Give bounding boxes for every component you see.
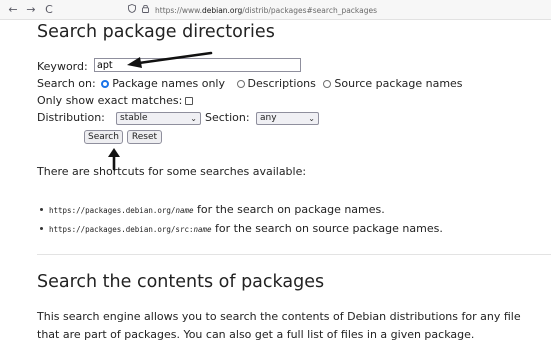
annotation-arrow-icon (108, 148, 120, 171)
radio-descriptions[interactable] (236, 79, 245, 88)
distribution-value: stable (120, 113, 148, 123)
section-value: any (260, 113, 277, 123)
radio-source-package-names[interactable] (323, 79, 332, 88)
option-package-names-label[interactable]: Package names only (112, 77, 225, 90)
reload-icon[interactable]: C (42, 3, 56, 17)
exact-matches-checkbox[interactable] (185, 96, 194, 105)
shortcut-description: for the search on source package names. (211, 222, 443, 235)
list-item: https://packages.debian.org/src:name for… (37, 219, 443, 238)
shield-icon (128, 4, 136, 16)
shortcuts-list: https://packages.debian.org/name for the… (37, 200, 443, 238)
divider (37, 254, 551, 255)
lock-icon[interactable] (142, 4, 149, 16)
section-select[interactable]: any ⌄ (256, 112, 319, 125)
url-domain: debian.org (201, 5, 243, 15)
contents-description-line1: This search engine allows you to search … (37, 310, 521, 323)
shortcut-url[interactable]: https://packages.debian.org/src:name (49, 225, 212, 234)
shortcut-url[interactable]: https://packages.debian.org/name (49, 206, 194, 215)
shortcut-url-base: https://packages.debian.org/ (49, 206, 176, 215)
shortcut-url-var: name (193, 225, 212, 234)
page-title: Search package directories (37, 22, 275, 42)
address-bar[interactable]: https://www.debian.org/distrib/packages#… (128, 3, 548, 17)
url-path: /distrib/packages#search_packages (242, 5, 378, 15)
section-label: Section: (205, 111, 250, 124)
list-item: https://packages.debian.org/name for the… (37, 200, 443, 219)
exact-matches-label: Only show exact matches: (37, 94, 183, 107)
option-source-package-names-label[interactable]: Source package names (334, 77, 462, 90)
shortcut-description: for the search on package names. (193, 203, 385, 216)
contents-description-line2: that are part of packages. You can also … (37, 328, 475, 341)
back-icon[interactable]: ← (6, 3, 20, 17)
search-on-label: Search on: (37, 77, 96, 90)
search-button[interactable]: Search (84, 130, 123, 144)
forward-icon[interactable]: → (24, 3, 38, 17)
chevron-down-icon: ⌄ (308, 114, 315, 123)
annotation-arrow-icon (127, 51, 213, 68)
chevron-down-icon: ⌄ (190, 114, 197, 123)
contents-heading: Search the contents of packages (37, 272, 325, 292)
shortcut-url-var: name (175, 206, 194, 215)
search-on-row: Search on: Package names only Descriptio… (37, 77, 463, 91)
reset-button[interactable]: Reset (127, 130, 162, 144)
distribution-label: Distribution: (37, 111, 105, 124)
distribution-select[interactable]: stable ⌄ (116, 112, 201, 125)
keyword-label: Keyword: (37, 60, 88, 73)
exact-matches-row: Only show exact matches: (37, 94, 194, 108)
url-text: https://www.debian.org/distrib/packages#… (155, 6, 377, 15)
radio-package-names[interactable] (101, 79, 110, 88)
shortcut-url-base: https://packages.debian.org/src: (49, 225, 194, 234)
option-descriptions-label[interactable]: Descriptions (248, 77, 316, 90)
url-prefix: https://www. (155, 5, 202, 15)
browser-toolbar: ← → C https://www.debian.org/distrib/pac… (0, 0, 551, 20)
shortcuts-intro: There are shortcuts for some searches av… (37, 165, 307, 178)
